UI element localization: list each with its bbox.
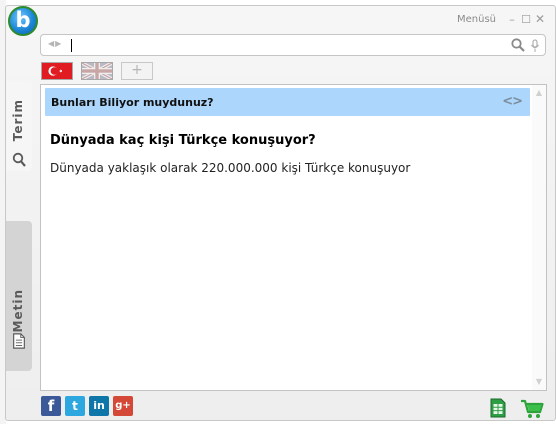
tab-english[interactable] <box>81 62 113 80</box>
title-bar: Menüsü – ☐ ✕ <box>457 12 546 26</box>
scroll-up-icon[interactable]: ▲ <box>534 88 544 98</box>
uk-flag-icon <box>82 63 112 79</box>
info-title: Bunları Biliyor muydunuz? <box>51 96 214 109</box>
side-tab-terim[interactable]: Terim <box>6 81 32 171</box>
minimize-icon[interactable]: – <box>506 13 518 26</box>
dictionary-window: b Menüsü – ☐ ✕ ◀▶ + Terim Metin Bunları … <box>5 5 556 421</box>
add-tab-button[interactable]: + <box>121 62 153 80</box>
menu-button[interactable]: Menüsü <box>457 14 496 25</box>
language-tabs: + <box>41 62 161 80</box>
twitter-icon[interactable]: t <box>65 396 85 416</box>
search-icon <box>12 152 26 167</box>
question-heading: Dünyada kaç kişi Türkçe konuşuyor? <box>50 133 316 148</box>
scroll-down-icon[interactable]: ▼ <box>534 377 544 387</box>
code-brackets-icon[interactable]: <> <box>502 94 523 109</box>
search-bar[interactable]: ◀▶ <box>40 34 546 56</box>
side-tab-metin-label: Metin <box>11 289 25 333</box>
answer-text: Dünyada yaklaşık olarak 220.000.000 kişi… <box>50 161 411 175</box>
document-icon <box>13 333 25 349</box>
social-links: f t in g+ <box>41 396 137 416</box>
linkedin-icon[interactable]: in <box>89 396 109 416</box>
maximize-icon[interactable]: ☐ <box>520 13 532 26</box>
side-tab-metin[interactable]: Metin <box>6 221 32 371</box>
shopping-cart-icon[interactable] <box>520 399 544 419</box>
history-arrows-icon[interactable]: ◀▶ <box>48 39 62 48</box>
googleplus-icon[interactable]: g+ <box>113 396 133 416</box>
search-icon[interactable] <box>511 38 525 52</box>
info-banner: Bunları Biliyor muydunuz? <> <box>45 88 530 116</box>
tab-turkish[interactable] <box>41 62 73 80</box>
app-logo[interactable]: b <box>8 6 38 36</box>
side-tab-terim-label: Terim <box>11 99 25 142</box>
turkey-flag-icon <box>42 63 72 79</box>
close-icon[interactable]: ✕ <box>534 12 546 26</box>
result-panel: Bunları Biliyor muydunuz? <> Dünyada kaç… <box>40 84 547 391</box>
facebook-icon[interactable]: f <box>41 396 61 416</box>
microphone-icon[interactable] <box>530 39 540 53</box>
excel-export-icon[interactable] <box>490 398 506 418</box>
text-cursor <box>71 39 72 52</box>
vertical-scrollbar[interactable]: ▲ ▼ <box>532 85 546 390</box>
